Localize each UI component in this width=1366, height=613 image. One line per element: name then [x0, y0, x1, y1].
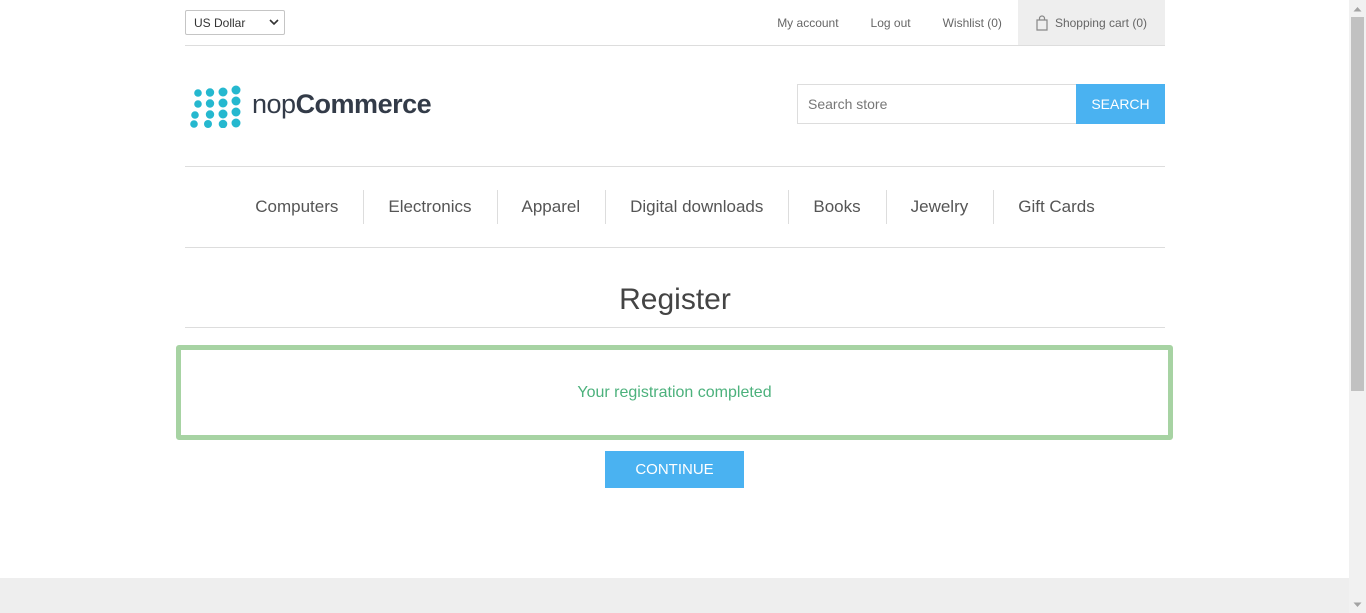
menu-item-jewelry[interactable]: Jewelry [885, 190, 994, 224]
my-account-link[interactable]: My account [761, 0, 854, 45]
scroll-down-arrow-icon[interactable] [1349, 596, 1366, 613]
result-message: Your registration completed [577, 383, 772, 401]
wishlist-link[interactable]: Wishlist (0) [927, 0, 1018, 45]
logo-text: nopCommerce [252, 89, 432, 120]
logo-text-bold: Commerce [295, 89, 432, 119]
menu-item-electronics[interactable]: Electronics [363, 190, 496, 224]
shopping-bag-icon [1036, 14, 1048, 31]
header-lower: nopCommerce Search store Search [185, 46, 1165, 167]
chevron-down-icon [269, 19, 279, 26]
logo-text-light: nop [252, 89, 296, 119]
search-button[interactable]: Search [1076, 84, 1165, 124]
header-upper: US Dollar My account Log out Wishlist (0… [185, 0, 1165, 46]
page-title-bar: Register [185, 248, 1165, 328]
continue-button[interactable]: Continue [605, 451, 744, 488]
page-title: Register [619, 283, 731, 316]
scrollbar-thumb[interactable] [1351, 17, 1364, 391]
scroll-up-arrow-icon[interactable] [1349, 0, 1366, 17]
top-menu: Computers Electronics Apparel Digital do… [185, 167, 1165, 248]
menu-item-gift-cards[interactable]: Gift Cards [993, 190, 1120, 224]
search-box: Search store Search [797, 84, 1165, 124]
search-input[interactable]: Search store [797, 84, 1076, 124]
currency-selected-value: US Dollar [194, 15, 246, 30]
page: US Dollar My account Log out Wishlist (0… [0, 0, 1349, 613]
logo-dots-icon [190, 85, 241, 128]
menu-item-computers[interactable]: Computers [230, 190, 363, 224]
menu-item-digital-downloads[interactable]: Digital downloads [605, 190, 788, 224]
currency-selector[interactable]: US Dollar [185, 10, 285, 35]
menu-item-books[interactable]: Books [788, 190, 885, 224]
footer [0, 578, 1349, 613]
vertical-scrollbar[interactable] [1349, 0, 1366, 613]
store-logo[interactable]: nopCommerce [187, 84, 432, 128]
shopping-cart-label: Shopping cart (0) [1054, 15, 1147, 30]
shopping-cart-link[interactable]: Shopping cart (0) [1017, 0, 1165, 45]
menu-item-apparel[interactable]: Apparel [496, 190, 606, 224]
header-links: My account Log out Wishlist (0) Shopping… [761, 0, 1165, 45]
log-out-link[interactable]: Log out [855, 0, 927, 45]
registration-result: Your registration completed [176, 345, 1173, 440]
